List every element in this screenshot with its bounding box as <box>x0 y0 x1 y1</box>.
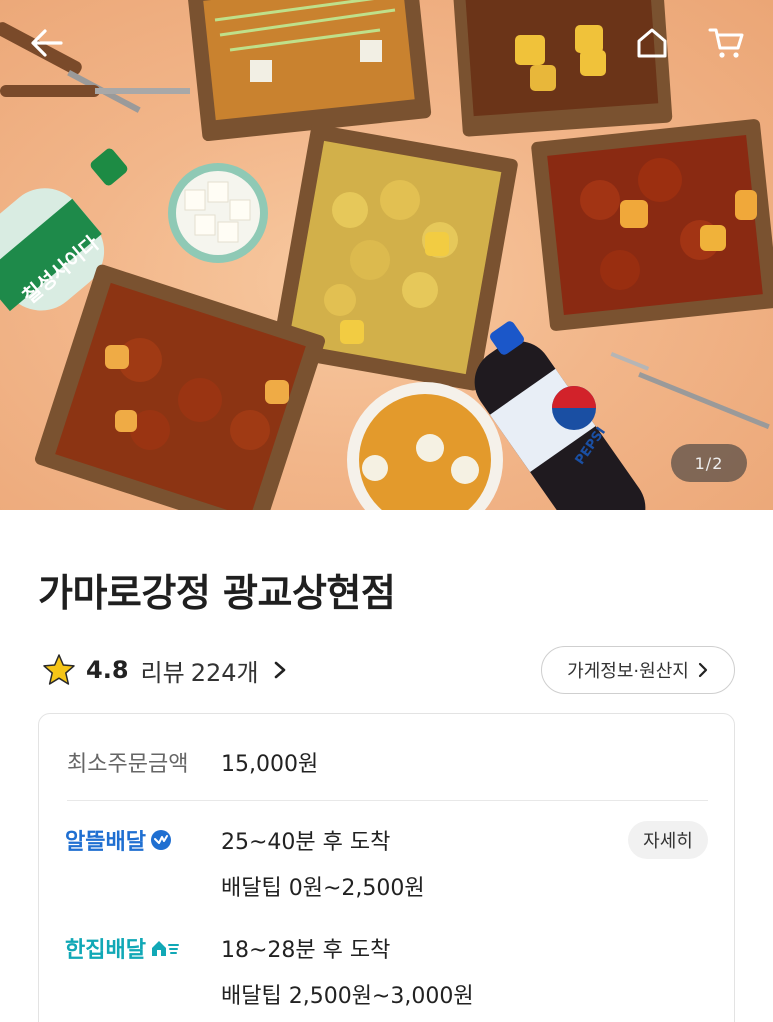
min-order-row: 최소주문금액 15,000원 <box>67 746 318 778</box>
delivery-option-label: 한집배달 <box>65 938 146 963</box>
home-icon <box>637 28 667 58</box>
hanjip-badge-icon <box>151 941 179 956</box>
store-name: 가마로강정 광교상현점 <box>38 571 396 615</box>
fork-icon <box>610 352 770 430</box>
min-order-value: 15,000원 <box>221 752 319 777</box>
divider <box>67 800 708 801</box>
rating-review-link[interactable]: 4.8 리뷰 224개 <box>42 650 287 690</box>
delivery-option-name: 알뜰배달 <box>65 824 172 856</box>
delivery-option-label: 알뜰배달 <box>65 830 146 855</box>
delivery-tip: 배달팁 2,500원~3,000원 <box>221 984 474 1009</box>
back-button[interactable] <box>22 18 72 68</box>
delivery-tip: 배달팁 0원~2,500원 <box>221 876 425 901</box>
hero-image[interactable]: 칠성사이다 PEPSI 1/2 <box>0 0 773 510</box>
arrow-left-icon <box>31 29 63 57</box>
image-counter: 1/2 <box>671 444 747 482</box>
review-label: 리뷰 <box>140 658 185 687</box>
star-icon <box>43 654 75 685</box>
radish-bowl <box>168 163 268 263</box>
food-photo: 칠성사이다 PEPSI <box>0 0 773 510</box>
home-button[interactable] <box>627 18 677 68</box>
review-count: 224개 <box>190 658 259 687</box>
delivery-time: 25~40분 후 도착 <box>221 830 391 855</box>
rating-value: 4.8 <box>86 656 129 684</box>
delivery-time: 18~28분 후 도착 <box>221 938 391 963</box>
cart-button[interactable] <box>702 18 752 68</box>
delivery-info-card: 최소주문금액 15,000원 알뜰배달 25~40분 후 도착 배달팁 0원~2,… <box>38 713 735 1022</box>
cart-icon <box>708 28 744 58</box>
min-order-label: 최소주문금액 <box>67 752 189 777</box>
delivery-option-name: 한집배달 <box>65 932 180 964</box>
store-info-label: 가게정보·원산지 <box>567 661 689 682</box>
chevron-right-icon <box>698 662 707 678</box>
chicken-box-top-left <box>187 0 432 142</box>
detail-button[interactable]: 자세히 <box>628 821 708 859</box>
store-info-button[interactable]: 가게정보·원산지 <box>541 646 735 694</box>
chevron-right-icon <box>274 661 285 679</box>
chicken-box-right <box>531 119 773 331</box>
sauce-bowl <box>347 382 503 510</box>
alttle-badge-icon <box>150 830 171 850</box>
